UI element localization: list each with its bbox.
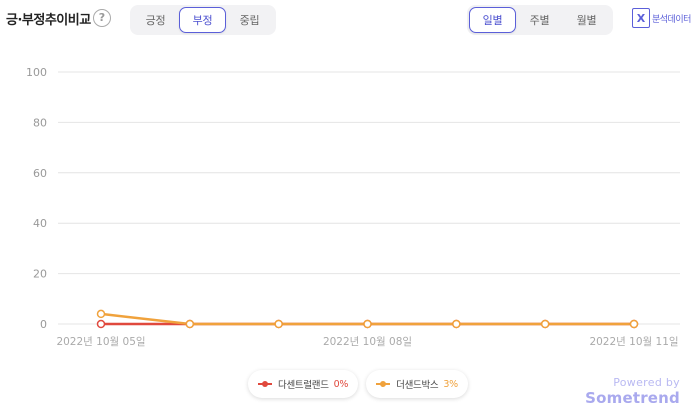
y-tick-label: 60 (33, 167, 47, 180)
series-1-point (96, 319, 106, 329)
legend-item-series-1[interactable]: 다센트럴랜드 0% (248, 370, 359, 398)
powered-by-text: Powered by (613, 376, 680, 389)
legend-label: 다센트럴랜드 (278, 380, 329, 391)
legend-percent: 0% (333, 378, 349, 390)
series-2-point (629, 319, 639, 329)
sometrend-logo: Powered by Sometrend (585, 376, 680, 407)
y-tick-label: 20 (33, 268, 47, 281)
y-tick-label: 0 (40, 318, 47, 331)
series-2-point (540, 319, 550, 329)
y-tick-label: 80 (33, 116, 47, 129)
legend-percent: 3% (443, 378, 458, 390)
y-tick-label: 100 (26, 66, 47, 79)
x-tick-label: 2022년 10월 08일 (323, 335, 412, 348)
x-tick-label: 2022년 10월 11일 (589, 335, 678, 348)
series-2-point (274, 319, 283, 329)
series-2-point (96, 309, 106, 319)
y-tick-label: 40 (33, 217, 47, 230)
chart-legend: 다센트럴랜드 0% 더샌드박스 3% (248, 370, 468, 398)
brand-name: Sometrend (585, 389, 680, 407)
series-2-point (363, 319, 372, 329)
legend-item-series-2[interactable]: 더샌드박스 3% (366, 370, 468, 398)
trend-line-chart: 0 20 40 60 80 100 2022년 10월 05일 2022년 10월 08일 20… (26, 66, 680, 348)
x-tick-label: 2022년 10월 05일 (56, 335, 145, 348)
legend-marker-icon (258, 380, 272, 388)
legend-label: 더샌드박스 (396, 380, 439, 391)
series-2-point (185, 319, 195, 329)
legend-marker-icon (376, 380, 391, 388)
series-2-point (452, 319, 461, 329)
